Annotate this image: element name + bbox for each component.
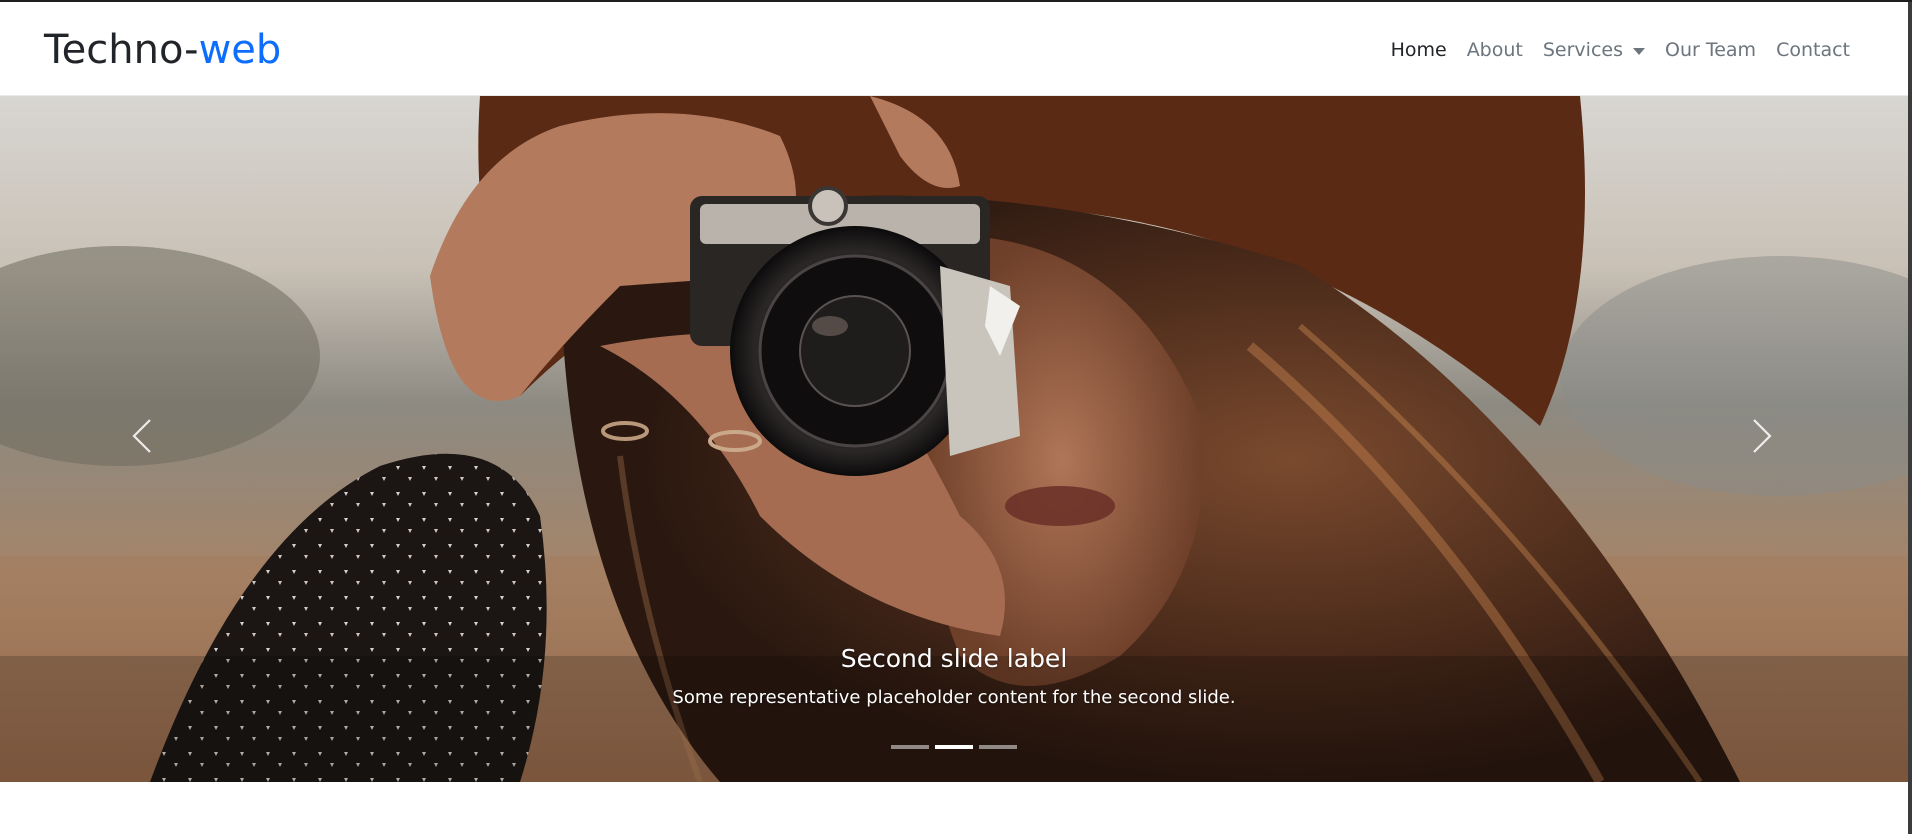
carousel-prev-button[interactable] <box>82 376 202 496</box>
carousel-indicators <box>0 745 1908 749</box>
slide-caption-text: Some representative placeholder content … <box>672 687 1236 708</box>
chevron-left-icon <box>132 419 151 453</box>
slide-photo-image <box>0 96 1908 782</box>
brand-text-accent: web <box>198 27 282 73</box>
hero-carousel: Second slide label Some representative p… <box>0 96 1908 782</box>
nav-item-label: About <box>1466 39 1523 61</box>
chevron-right-icon <box>1753 419 1772 453</box>
carousel-indicator-1[interactable] <box>891 745 929 749</box>
brand-logo[interactable]: Techno-web <box>44 26 281 74</box>
top-navbar: Techno-web Home About Services Our Team … <box>0 2 1908 96</box>
nav-item-our-team[interactable]: Our Team <box>1665 37 1756 63</box>
carousel-indicator-3[interactable] <box>979 745 1017 749</box>
nav-item-about[interactable]: About <box>1467 37 1523 63</box>
caret-down-icon <box>1633 47 1645 55</box>
carousel-next-button[interactable] <box>1702 376 1822 496</box>
nav-item-label: Contact <box>1776 39 1850 61</box>
page-frame: Techno-web Home About Services Our Team … <box>0 0 1912 834</box>
nav-item-services[interactable]: Services <box>1543 37 1645 63</box>
nav-item-label: Home <box>1390 39 1447 61</box>
page-scrollbar[interactable] <box>1908 2 1912 834</box>
carousel-indicator-2[interactable] <box>935 745 973 749</box>
nav-item-contact[interactable]: Contact <box>1776 37 1850 63</box>
nav-item-label: Our Team <box>1665 39 1757 61</box>
nav-item-home[interactable]: Home <box>1391 37 1447 63</box>
slide-caption-title: Second slide label <box>840 644 1068 673</box>
brand-text-main: Techno- <box>44 27 199 73</box>
nav-item-label: Services <box>1542 39 1623 61</box>
nav-menu: Home About Services Our Team Contact <box>1371 37 1850 63</box>
